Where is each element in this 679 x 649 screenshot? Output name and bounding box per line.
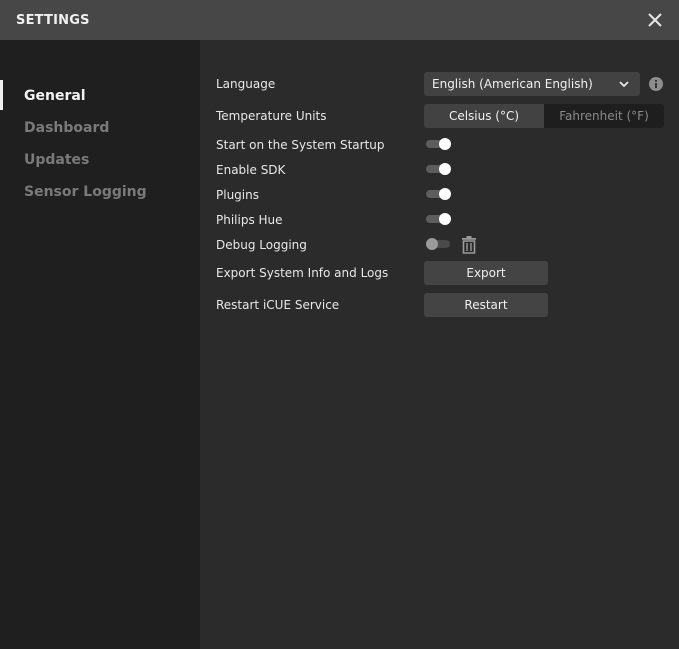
sidebar-item-general[interactable]: General [24,88,86,104]
active-nav-indicator [0,80,3,110]
philips-hue-label: Philips Hue [216,213,283,227]
close-button[interactable] [645,10,665,30]
enable-sdk-toggle[interactable] [426,162,452,176]
temperature-units-selector: Celsius (°C) Fahrenheit (°F) [424,104,664,128]
sidebar-item-sensor-logging[interactable]: Sensor Logging [24,184,147,200]
fahrenheit-option[interactable]: Fahrenheit (°F) [544,104,664,128]
info-icon[interactable] [649,77,663,91]
trash-icon[interactable] [461,236,477,254]
plugins-label: Plugins [216,188,259,202]
settings-window: SETTINGS General Dashboard Updates Senso… [0,0,679,649]
language-value: English (American English) [432,77,593,91]
close-icon [648,13,662,27]
plugins-toggle[interactable] [426,187,452,201]
enable-sdk-label: Enable SDK [216,163,286,177]
title-bar: SETTINGS [0,0,679,40]
language-label: Language [216,77,276,91]
language-dropdown[interactable]: English (American English) [424,72,640,96]
debug-logging-label: Debug Logging [216,238,307,252]
window-title: SETTINGS [16,12,90,28]
philips-hue-toggle[interactable] [426,212,452,226]
start-on-startup-toggle[interactable] [426,137,452,151]
temperature-units-label: Temperature Units [216,109,327,123]
export-logs-label: Export System Info and Logs [216,266,389,280]
general-settings-panel: Language English (American English) Temp… [200,40,679,649]
celsius-option[interactable]: Celsius (°C) [424,104,544,128]
export-button[interactable]: Export [424,261,548,285]
restart-button[interactable]: Restart [424,293,548,317]
sidebar-item-updates[interactable]: Updates [24,152,89,168]
sidebar-item-dashboard[interactable]: Dashboard [24,120,109,136]
restart-service-label: Restart iCUE Service [216,298,340,312]
debug-logging-toggle[interactable] [426,237,452,251]
sidebar: General Dashboard Updates Sensor Logging [0,40,200,649]
start-on-startup-label: Start on the System Startup [216,138,385,152]
chevron-down-icon [619,81,629,88]
